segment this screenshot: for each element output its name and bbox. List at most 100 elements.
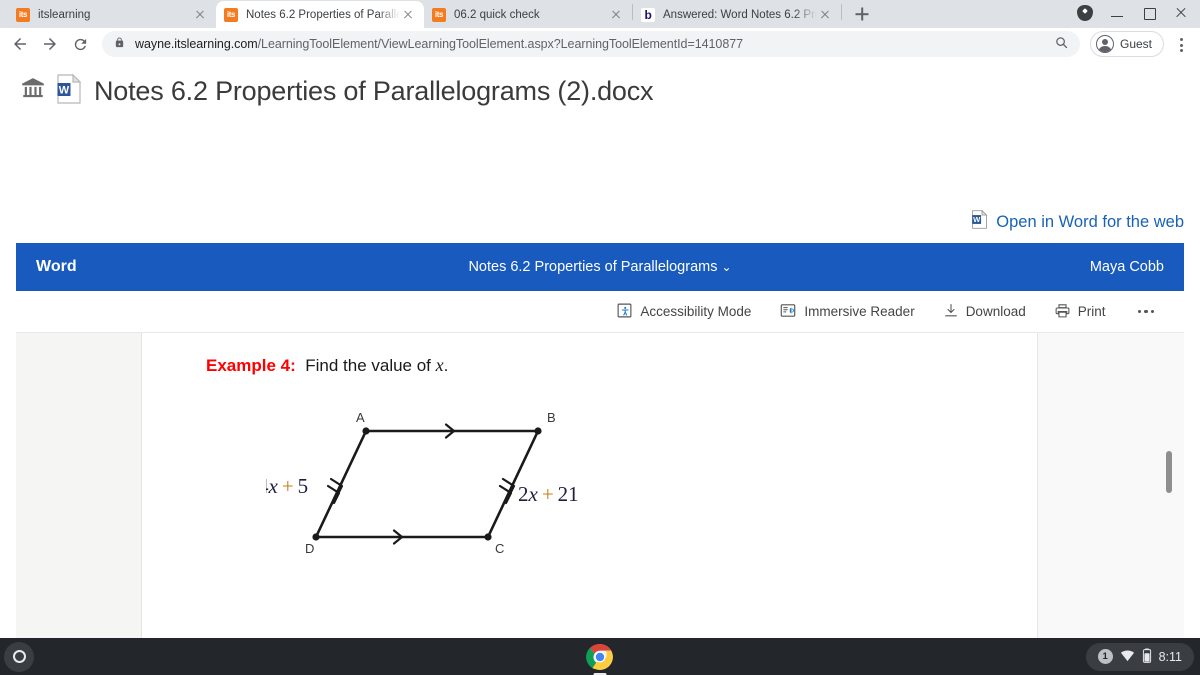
document-page: Example 4: Find the value of x. A B C D …: [142, 333, 1038, 638]
profile-chip[interactable]: Guest: [1089, 31, 1164, 57]
vertical-scrollbar[interactable]: [1166, 333, 1172, 638]
immersive-reader-icon: [779, 302, 797, 322]
toolbar-item-label: Immersive Reader: [804, 304, 915, 319]
close-icon[interactable]: [400, 7, 416, 23]
document-header: W Notes 6.2 Properties of Parallelograms…: [0, 60, 1200, 109]
chrome-icon[interactable]: [586, 643, 614, 675]
brainly-icon: b: [641, 7, 655, 22]
svg-text:2x+21: 2x +21: [518, 482, 579, 506]
page-body: W Notes 6.2 Properties of Parallelograms…: [0, 60, 1200, 638]
close-icon[interactable]: [192, 7, 208, 23]
word-user-label[interactable]: Maya Cobb: [1090, 259, 1164, 275]
download-icon: [943, 302, 959, 322]
more-options-icon[interactable]: [1134, 309, 1159, 314]
vertex-B-dot: [534, 427, 542, 435]
svg-text:W: W: [973, 215, 981, 224]
example-variable: x: [435, 355, 444, 375]
system-tray[interactable]: 1 8:11: [1085, 642, 1194, 671]
lock-icon: [114, 36, 126, 52]
notification-badge[interactable]: 1: [1097, 649, 1113, 664]
side-label-AD: 4x+5: [258, 474, 308, 498]
open-in-word-link[interactable]: W Open in Word for the web: [971, 209, 1184, 234]
window-controls: [1070, 1, 1196, 25]
word-header-bar: Word Notes 6.2 Properties of Parallelogr…: [16, 243, 1184, 291]
kebab-menu-icon[interactable]: [1168, 30, 1194, 58]
svg-text:W: W: [59, 85, 70, 97]
back-button[interactable]: [6, 30, 34, 58]
word-online-frame: Word Notes 6.2 Properties of Parallelogr…: [16, 243, 1184, 638]
example-heading: Example 4: Find the value of x.: [206, 355, 448, 376]
its-icon: its: [16, 7, 30, 22]
document-left-margin-pane: [16, 333, 142, 638]
document-right-pane: [1039, 333, 1184, 638]
shield-icon[interactable]: [1070, 1, 1100, 25]
new-tab-button[interactable]: [848, 0, 876, 28]
maximize-icon[interactable]: [1134, 1, 1164, 25]
its-icon: its: [432, 7, 446, 22]
close-icon[interactable]: [608, 7, 624, 23]
close-icon[interactable]: [817, 7, 833, 23]
print-button[interactable]: Print: [1054, 302, 1106, 322]
example-period: .: [443, 356, 449, 375]
word-document-name[interactable]: Notes 6.2 Properties of Parallelograms ⌄: [16, 259, 1184, 275]
browser-tab-label: Answered: Word Notes 6.2 Prope: [663, 8, 817, 21]
word-document-icon: W: [971, 209, 988, 234]
url-text: wayne.itslearning.com/LearningToolElemen…: [135, 37, 1048, 51]
bank-icon: [20, 76, 46, 107]
browser-tab-label: Notes 6.2 Properties of Parallelo: [246, 8, 400, 21]
toolbar-item-label: Download: [965, 304, 1026, 319]
accessibility-mode-button[interactable]: Accessibility Mode: [616, 302, 751, 322]
address-bar[interactable]: wayne.itslearning.com/LearningToolElemen…: [102, 31, 1080, 57]
vertex-label-A: A: [356, 410, 365, 425]
url-path: /LearningToolElement/ViewLearningToolEle…: [257, 37, 744, 51]
parallelogram-figure: A B C D 4x+5: [258, 403, 646, 578]
svg-text:4x+5: 4x+5: [266, 474, 308, 498]
browser-window: its itslearning its Notes 6.2 Properties…: [0, 0, 1200, 638]
tab-strip: its itslearning its Notes 6.2 Properties…: [0, 0, 1200, 28]
vertex-label-B: B: [547, 410, 556, 425]
zoom-search-icon[interactable]: [1054, 35, 1070, 53]
toolbar-item-label: Print: [1077, 304, 1106, 319]
accessibility-icon: [616, 302, 633, 322]
immersive-reader-button[interactable]: Immersive Reader: [779, 302, 915, 322]
vertex-label-C: C: [495, 541, 504, 556]
avatar: [1095, 35, 1114, 53]
page-title: Notes 6.2 Properties of Parallelograms (…: [94, 76, 654, 106]
vertex-label-D: D: [305, 541, 314, 556]
toolbar-item-label: Accessibility Mode: [640, 304, 752, 319]
browser-tab-label: 06.2 quick check: [454, 8, 540, 21]
tab-divider: [841, 3, 842, 20]
browser-tab-3[interactable]: its 06.2 quick check: [424, 1, 632, 28]
download-button[interactable]: Download: [943, 302, 1026, 322]
minimize-icon[interactable]: [1102, 1, 1132, 25]
browser-tab-2[interactable]: its Notes 6.2 Properties of Parallelo: [216, 1, 424, 28]
url-domain: wayne.itslearning.com: [135, 37, 258, 51]
launcher-icon[interactable]: [4, 641, 34, 672]
chevron-down-icon: ⌄: [721, 260, 732, 274]
its-icon: its: [224, 7, 238, 22]
open-in-word-label: Open in Word for the web: [996, 212, 1184, 231]
example-label: Example 4:: [206, 356, 296, 375]
browser-tab-4[interactable]: b Answered: Word Notes 6.2 Prope: [633, 1, 841, 28]
side-label-BC: 2x +21: [518, 482, 579, 506]
clock-time[interactable]: 8:11: [1159, 650, 1182, 664]
scrollbar-thumb[interactable]: [1166, 451, 1172, 493]
word-toolbar: Accessibility Mode Immersive Reader Down…: [16, 291, 1184, 333]
word-document-icon: W: [56, 73, 84, 109]
wifi-icon[interactable]: [1120, 649, 1135, 665]
close-icon[interactable]: [1166, 1, 1196, 25]
forward-button[interactable]: [36, 30, 64, 58]
chromeos-shelf: 1 8:11: [0, 638, 1200, 675]
browser-tab-1[interactable]: its itslearning: [8, 1, 216, 28]
vertex-D-dot: [312, 533, 320, 541]
browser-toolbar: wayne.itslearning.com/LearningToolElemen…: [0, 28, 1200, 60]
vertex-C-dot: [484, 533, 492, 541]
reload-button[interactable]: [66, 30, 94, 58]
browser-tab-label: itslearning: [38, 8, 91, 21]
vertex-A-dot: [362, 427, 370, 435]
print-icon: [1054, 302, 1071, 322]
word-document-canvas: Example 4: Find the value of x. A B C D …: [16, 333, 1184, 638]
battery-icon[interactable]: [1142, 647, 1152, 666]
profile-label: Guest: [1119, 37, 1152, 51]
example-instruction: Find the value of: [305, 356, 436, 375]
